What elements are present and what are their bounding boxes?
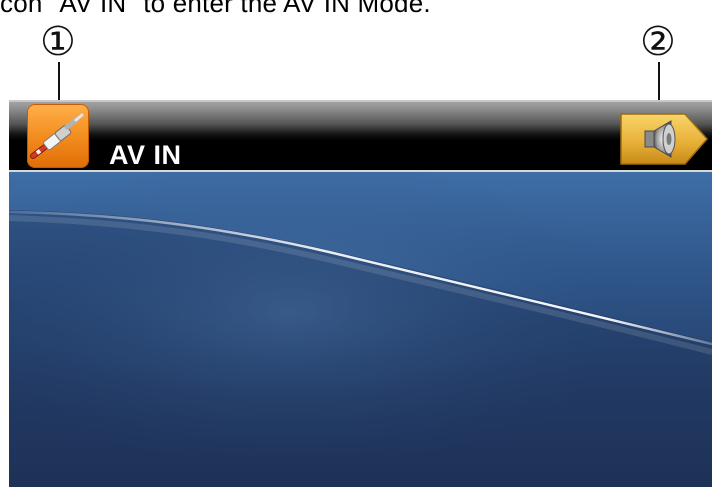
page: con "AV IN" to enter the AV IN Mode. ① ②…	[0, 0, 712, 487]
title-bar: AV IN	[9, 100, 712, 172]
video-display-area	[9, 172, 712, 487]
instruction-caption: con "AV IN" to enter the AV IN Mode.	[0, 0, 431, 18]
speaker-volume-icon	[620, 113, 708, 165]
av-cable-icon	[30, 113, 84, 159]
volume-button[interactable]	[615, 110, 710, 168]
av-in-mode-button[interactable]	[27, 104, 89, 168]
callout-number-1: ①	[40, 19, 76, 65]
mode-title: AV IN	[109, 140, 182, 170]
background-wave-graphic	[9, 172, 712, 487]
title-bar-edge	[9, 100, 712, 102]
device-screen-frame: AV IN	[9, 100, 712, 487]
callout-number-2: ②	[640, 19, 676, 65]
